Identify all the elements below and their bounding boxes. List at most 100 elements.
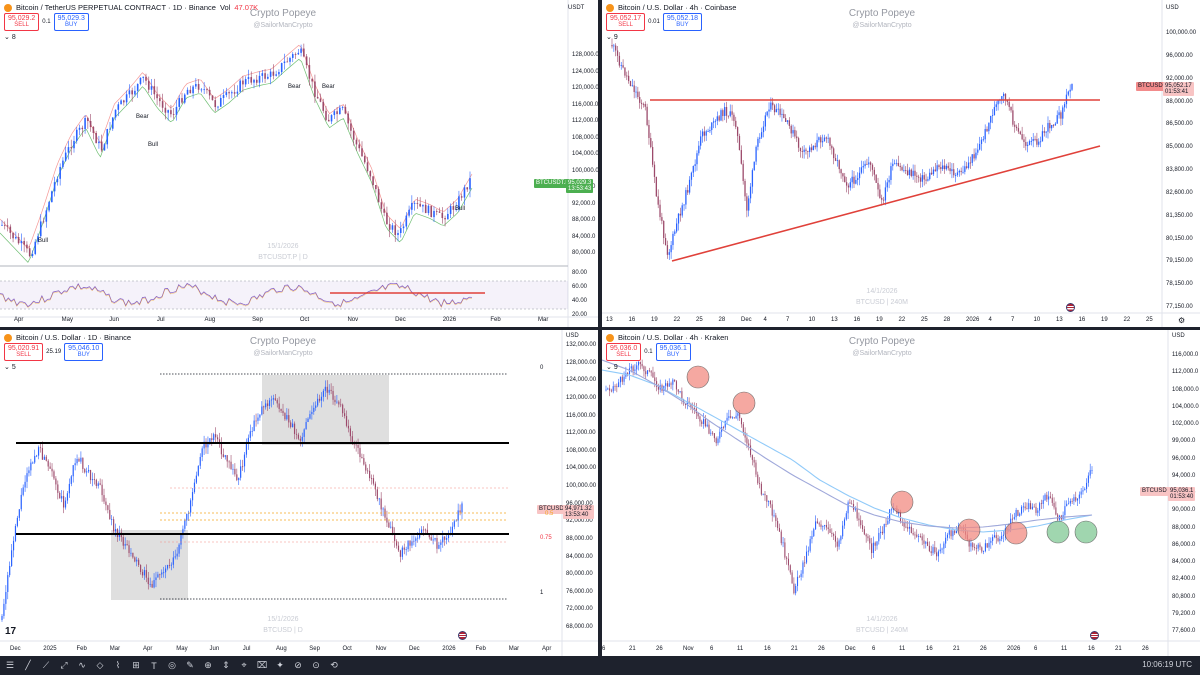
panel-btcusd-4h-kraken[interactable]: Bitcoin / U.S. Dollar · 4h · Kraken 95,0… — [602, 330, 1200, 656]
candle-body — [927, 541, 929, 546]
channel-icon[interactable]: ⤢ — [56, 659, 72, 673]
candle-body — [1002, 93, 1005, 97]
candle-body — [834, 158, 837, 161]
buy-button[interactable]: 95,036.1 BUY — [655, 343, 691, 361]
currency-label[interactable]: USD — [1172, 333, 1185, 339]
ray-icon[interactable]: ⟋ — [38, 659, 54, 673]
watermark-symbol: BTCUSD | 240M — [856, 627, 908, 634]
candle-body — [992, 537, 994, 541]
candle-body — [253, 79, 255, 83]
price-axis-label: 80,800.0 — [1172, 593, 1196, 600]
target-icon[interactable]: ⌖ — [236, 659, 252, 673]
candle-body — [272, 71, 275, 76]
indicators-toggle[interactable]: ⌄ 9 — [606, 363, 618, 371]
candle-body — [778, 527, 780, 532]
candle-body — [11, 550, 13, 566]
candle-body — [807, 550, 809, 552]
measure-icon[interactable]: ◎ — [164, 659, 180, 673]
chart-canvas-tr[interactable] — [602, 0, 1200, 327]
chart-canvas-tl[interactable]: Bear Bull Bear Bear Bull Bull — [0, 0, 598, 327]
sell-button[interactable]: 95,052.17 SELL — [606, 13, 646, 31]
shape-icon[interactable]: ◇ — [92, 659, 108, 673]
candle-body — [633, 85, 635, 93]
candle-body — [68, 483, 70, 494]
buy-button[interactable]: 95,029.3 BUY — [53, 13, 89, 31]
lock-icon[interactable]: ⊘ — [290, 659, 306, 673]
eye-icon[interactable]: ⊙ — [308, 659, 324, 673]
sell-button[interactable]: 95,036.0 SELL — [606, 343, 642, 361]
candle-body — [430, 537, 432, 541]
candle-body — [192, 86, 194, 94]
time-axis[interactable]: Apr May Jun Jul Aug Sep Oct Nov Dec 2026 Feb Mar — [0, 317, 568, 327]
currency-label[interactable]: USD — [566, 333, 579, 339]
symbol-title[interactable]: Bitcoin / U.S. Dollar · 4h · Kraken — [618, 333, 728, 342]
symbol-title[interactable]: Bitcoin / U.S. Dollar · 4h · Coinbase — [618, 3, 736, 12]
price-axis[interactable]: USD 132,000.00 128,000.00 124,000.00 120,00… — [562, 330, 598, 656]
price-axis[interactable]: USD 100,000.00 96,000.00 92,000.00 88,000.0… — [1162, 0, 1200, 327]
panel-divider-horizontal[interactable] — [0, 327, 1200, 330]
candle-body — [984, 129, 986, 140]
price-axis-label: 82,400.0 — [1172, 576, 1196, 583]
candle-body — [1020, 506, 1023, 514]
magnet-icon[interactable]: ✦ — [272, 659, 288, 673]
indicators-toggle[interactable]: ⌄ 5 — [4, 363, 16, 371]
time-axis[interactable]: 6 21 26 Nov 6 11 16 21 26 Dec 6 11 16 21 26 2026 6 11 16 21… — [602, 646, 1168, 656]
candle-body — [209, 438, 211, 442]
settings-icon[interactable]: ⚙ — [1178, 316, 1185, 325]
symbol-header[interactable]: Bitcoin / U.S. Dollar · 4h · Kraken — [606, 333, 728, 342]
panel-btcusdt-perp-1d[interactable]: Bear Bull Bear Bear Bull Bull Bitcoin / Tethe… — [0, 0, 598, 327]
candle-body — [338, 401, 340, 405]
price-axis-label: 68,000.00 — [566, 624, 593, 630]
symbol-title[interactable]: Bitcoin / U.S. Dollar · 1D · Binance — [16, 333, 131, 342]
sell-button[interactable]: 95,020.91 SELL — [4, 343, 44, 361]
price-axis-label: 88,000.0 — [572, 217, 596, 223]
brush-icon[interactable]: ✎ — [182, 659, 198, 673]
buy-button[interactable]: 95,052.18 BUY — [662, 13, 702, 31]
sell-button[interactable]: 95,029.2 SELL — [4, 13, 40, 31]
eraser-icon[interactable]: ⌧ — [254, 659, 270, 673]
candle-body — [397, 232, 399, 235]
tradingview-logo[interactable]: 17 — [5, 626, 16, 637]
candle-body — [244, 79, 247, 85]
indicators-toggle[interactable]: ⌄ 9 — [606, 33, 618, 41]
panel-btcusd-1d-binance[interactable]: Bitcoin / U.S. Dollar · 1D · Binance 95,… — [0, 330, 598, 656]
candle-body — [664, 238, 667, 246]
watermark-title: Crypto Popeye — [249, 8, 317, 19]
wave-icon[interactable]: ∿ — [74, 659, 90, 673]
menu-icon[interactable]: ☰ — [2, 659, 18, 673]
price-tag-label: BTCUSDT.P — [536, 180, 570, 186]
undo-icon[interactable]: ⟲ — [326, 659, 342, 673]
utc-clock[interactable]: 10:06:19 UTC — [1142, 660, 1192, 669]
indicators-toggle[interactable]: ⌄ 8 — [4, 33, 16, 41]
candle-body — [847, 502, 849, 514]
pattern-icon[interactable]: ⊞ — [128, 659, 144, 673]
symbol-header[interactable]: Bitcoin / U.S. Dollar · 1D · Binance — [4, 333, 131, 342]
trendline-icon[interactable]: ╱ — [20, 659, 36, 673]
candle-body — [103, 495, 105, 502]
time-axis[interactable]: Dec 2025 Feb Mar Apr May Jun Jul Aug Sep Oct Nov Dec… — [0, 646, 562, 656]
range-icon[interactable]: ⇕ — [218, 659, 234, 673]
text-icon[interactable]: T — [146, 659, 162, 673]
candle-body — [201, 448, 203, 457]
chart-canvas-bl[interactable] — [0, 330, 598, 656]
buy-button[interactable]: 95,046.10 BUY — [64, 343, 104, 361]
panel-btcusd-4h-coinbase[interactable]: Bitcoin / U.S. Dollar · 4h · Coinbase 95… — [602, 0, 1200, 327]
candle-body — [378, 498, 380, 500]
currency-label[interactable]: USD — [1166, 5, 1179, 11]
crosshair-icon[interactable]: ⊕ — [200, 659, 216, 673]
candle-body — [813, 529, 815, 537]
symbol-header[interactable]: Bitcoin / U.S. Dollar · 4h · Coinbase — [606, 3, 736, 12]
candle-body — [981, 547, 983, 552]
fib-icon[interactable]: ⌇ — [110, 659, 126, 673]
order-buttons: 95,052.17 SELL 0.01 95,052.18 BUY — [606, 13, 702, 31]
price-axis[interactable]: USDT 128,000.0 124,000.0 120,000.0 116,000.… — [568, 0, 598, 327]
candle-body — [186, 89, 189, 95]
candle-body — [358, 144, 361, 149]
currency-label[interactable]: USDT — [568, 5, 584, 11]
candle-body — [663, 220, 665, 239]
candle-body — [628, 368, 631, 375]
candle-body — [908, 169, 911, 176]
chart-canvas-br[interactable] — [602, 330, 1200, 656]
time-axis[interactable]: 13 16 19 22 25 28 Dec 4 7 10 13 16 19 22 25 28 2026 4 7 10 1… — [602, 317, 1162, 327]
order-buttons: 95,029.2 SELL 0.1 95,029.3 BUY — [4, 13, 89, 31]
